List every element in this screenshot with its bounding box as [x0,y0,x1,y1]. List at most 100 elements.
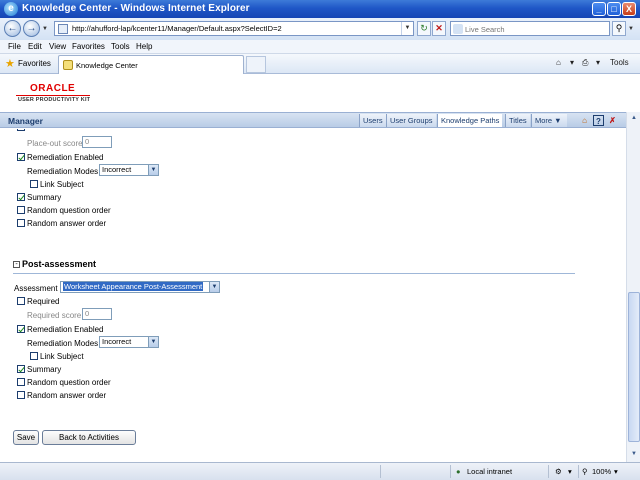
link-subject-checkbox[interactable] [30,180,38,188]
post-random-answer-order-label: Random answer order [27,391,107,400]
status-divider [380,465,381,478]
menu-bar: File Edit View Favorites Tools Help [0,40,640,54]
menu-view[interactable]: View [49,42,66,51]
link-subject-label: Link Subject [40,180,84,189]
menu-favorites[interactable]: Favorites [72,42,105,51]
status-bar: ● Local intranet ⚙ ▾ ⚲ 100% ▾ [0,462,640,480]
random-question-order-checkbox[interactable] [17,206,25,214]
home-dropdown-icon[interactable]: ▾ [570,58,574,67]
nav-user-groups[interactable]: User Groups [386,114,436,127]
nav-titles[interactable]: Titles [505,114,530,127]
back-to-activities-button[interactable]: Back to Activities [42,430,136,445]
place-out-score-label: Place-out score [27,139,83,148]
post-link-subject-label: Link Subject [40,352,84,361]
favorites-bar: ★ Favorites Knowledge Center ⌂ ▾ ⎙ ▾ Too… [0,54,640,74]
history-dropdown-icon[interactable]: ▼ [42,26,48,32]
address-dropdown-icon[interactable]: ▼ [401,22,413,35]
zoom-level[interactable]: 100% [592,467,611,476]
home-page-icon[interactable]: ⌂ [579,115,590,126]
save-button[interactable]: Save [13,430,39,445]
zoom-icon[interactable]: ⚲ [582,467,588,476]
menu-tools[interactable]: Tools [111,42,130,51]
post-random-answer-order-checkbox[interactable] [17,391,25,399]
post-assessment-title: Post-assessment [22,259,97,269]
zoom-dropdown-icon[interactable]: ▾ [614,467,618,476]
post-random-question-order-checkbox[interactable] [17,378,25,386]
menu-help[interactable]: Help [136,42,152,51]
required-score-input[interactable]: 0 [82,308,112,320]
vertical-scrollbar[interactable]: ▲ ▼ [626,112,640,462]
scroll-down-icon[interactable]: ▼ [628,448,640,460]
collapse-minus-icon[interactable]: - [13,261,20,268]
new-tab-button[interactable] [246,56,266,73]
post-remediation-modes-value: Incorrect [102,337,132,346]
required-checkbox[interactable] [17,297,25,305]
favorites-button[interactable]: ★ Favorites [4,57,51,71]
address-toolbar: ← → ▼ http://ahufford-lap/kcenter11/Mana… [0,18,640,40]
tools-menu-button[interactable]: Tools [610,58,629,67]
nav-more-menu[interactable]: More ▼ [531,114,567,127]
tab-label: Knowledge Center [76,61,138,70]
post-remediation-enabled-checkbox[interactable] [17,325,25,333]
favorites-star-icon: ★ [5,58,15,70]
refresh-icon[interactable]: ↻ [417,21,431,36]
post-random-question-order-label: Random question order [27,378,111,387]
menu-edit[interactable]: Edit [28,42,42,51]
post-remediation-enabled-label: Remediation Enabled [27,325,104,334]
manager-title: Manager [8,116,43,126]
chevron-down-icon: ▼ [209,282,219,292]
forward-arrow-icon[interactable]: → [23,20,40,37]
stop-icon[interactable]: ✕ [432,21,446,36]
post-summary-checkbox[interactable] [17,365,25,373]
chevron-down-icon: ▼ [148,165,158,175]
window-title: Knowledge Center - Windows Internet Expl… [22,3,250,14]
nav-more-label: More [535,116,553,125]
search-options-icon[interactable]: ▼ [628,26,634,32]
maximize-button[interactable]: □ [607,2,621,16]
nav-users[interactable]: Users [359,114,386,127]
post-remediation-modes-select[interactable]: Incorrect ▼ [99,336,159,348]
scroll-up-icon[interactable]: ▲ [628,112,640,124]
manager-nav-bar: Manager Users User Groups Knowledge Path… [0,112,626,128]
print-dropdown-icon[interactable]: ▾ [596,58,600,67]
remediation-modes-select[interactable]: Incorrect ▼ [99,164,159,176]
summary-checkbox[interactable] [17,193,25,201]
place-out-checkbox[interactable] [17,129,25,131]
post-link-subject-checkbox[interactable] [30,352,38,360]
section-divider [13,273,575,274]
search-box[interactable] [450,21,610,36]
search-input[interactable] [465,23,605,35]
menu-file[interactable]: File [8,42,21,51]
remediation-enabled-label: Remediation Enabled [27,153,104,162]
back-arrow-icon[interactable]: ← [4,20,21,37]
internet-explorer-icon: e [4,2,18,16]
address-bar[interactable]: http://ahufford-lap/kcenter11/Manager/De… [54,21,414,36]
minimize-button[interactable]: _ [592,2,606,16]
security-zone-label: Local intranet [467,467,513,476]
scroll-thumb[interactable] [628,292,640,442]
assessment-select[interactable]: Worksheet Appearance Post-Assessment ▼ [60,281,220,293]
random-answer-order-checkbox[interactable] [17,219,25,227]
upk-logo-subtitle: USER PRODUCTIVITY KIT [18,97,91,103]
close-button[interactable]: X [622,2,636,16]
assessment-value: Worksheet Appearance Post-Assessment [63,282,204,291]
assessment-label: Assessment [14,284,58,293]
home-icon[interactable]: ⌂ [556,58,561,67]
oracle-logo-text: ORACLE [30,83,76,94]
protected-mode-dropdown-icon[interactable]: ▾ [568,467,572,476]
help-icon[interactable]: ? [593,115,604,126]
search-magnifier-icon[interactable]: ⚲ [612,21,626,36]
remediation-modes-value: Incorrect [102,165,132,174]
required-score-label: Required score [27,311,82,320]
summary-label: Summary [27,193,62,202]
remediation-enabled-checkbox[interactable] [17,153,25,161]
nav-knowledge-paths[interactable]: Knowledge Paths [437,114,503,127]
status-divider [578,465,579,478]
place-out-score-input[interactable]: 0 [82,136,112,148]
tab-knowledge-center[interactable]: Knowledge Center [58,55,244,74]
main-content: Place-out score 0 Remediation Enabled Re… [0,129,626,462]
protected-mode-icon[interactable]: ⚙ [555,467,562,476]
print-icon[interactable]: ⎙ [582,58,588,68]
url-text[interactable]: http://ahufford-lap/kcenter11/Manager/De… [72,24,282,33]
logout-icon[interactable]: ✗ [607,115,618,126]
